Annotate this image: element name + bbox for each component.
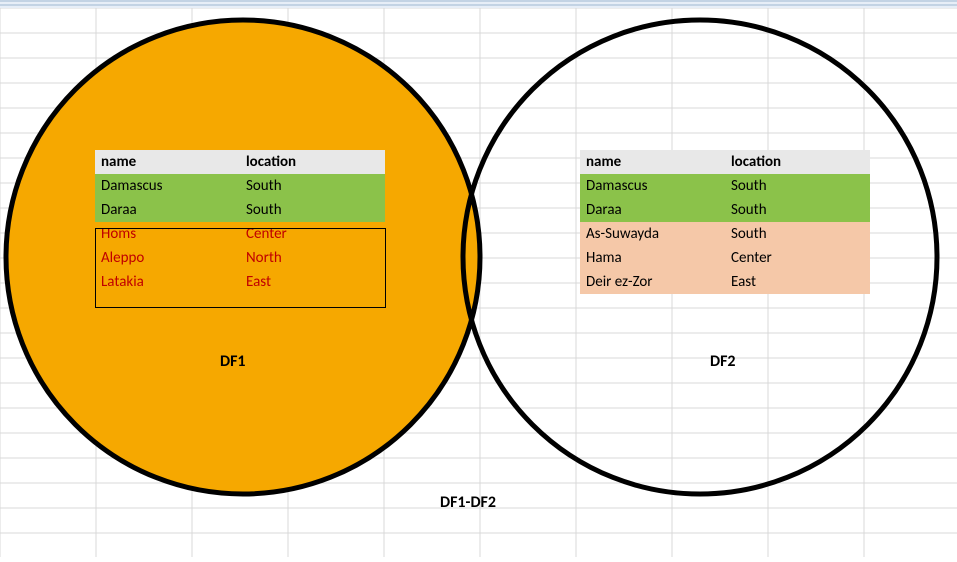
table-row: Hama Center [580, 246, 870, 270]
table-header-row: name location [95, 150, 385, 174]
df1-table: name location Damascus South Daraa South… [95, 150, 385, 294]
diagram-title: DF1-DF2 [440, 493, 496, 512]
df2-table: name location Damascus South Daraa South… [580, 150, 870, 294]
df1-label: DF1 [220, 352, 246, 371]
table-row: As-Suwayda South [580, 222, 870, 246]
table-row: Daraa South [580, 198, 870, 222]
table-row: Damascus South [95, 174, 385, 198]
col-location: location [725, 150, 870, 174]
worksheet: name location Damascus South Daraa South… [0, 0, 957, 557]
df2-label: DF2 [710, 352, 736, 371]
table-row: Aleppo North [95, 246, 385, 270]
table-header-row: name location [580, 150, 870, 174]
table-row: Homs Center [95, 222, 385, 246]
col-name: name [580, 150, 725, 174]
table-row: Daraa South [95, 198, 385, 222]
col-name: name [95, 150, 240, 174]
col-location: location [240, 150, 385, 174]
table-row: Latakia East [95, 270, 385, 294]
table-row: Deir ez-Zor East [580, 270, 870, 294]
table-row: Damascus South [580, 174, 870, 198]
